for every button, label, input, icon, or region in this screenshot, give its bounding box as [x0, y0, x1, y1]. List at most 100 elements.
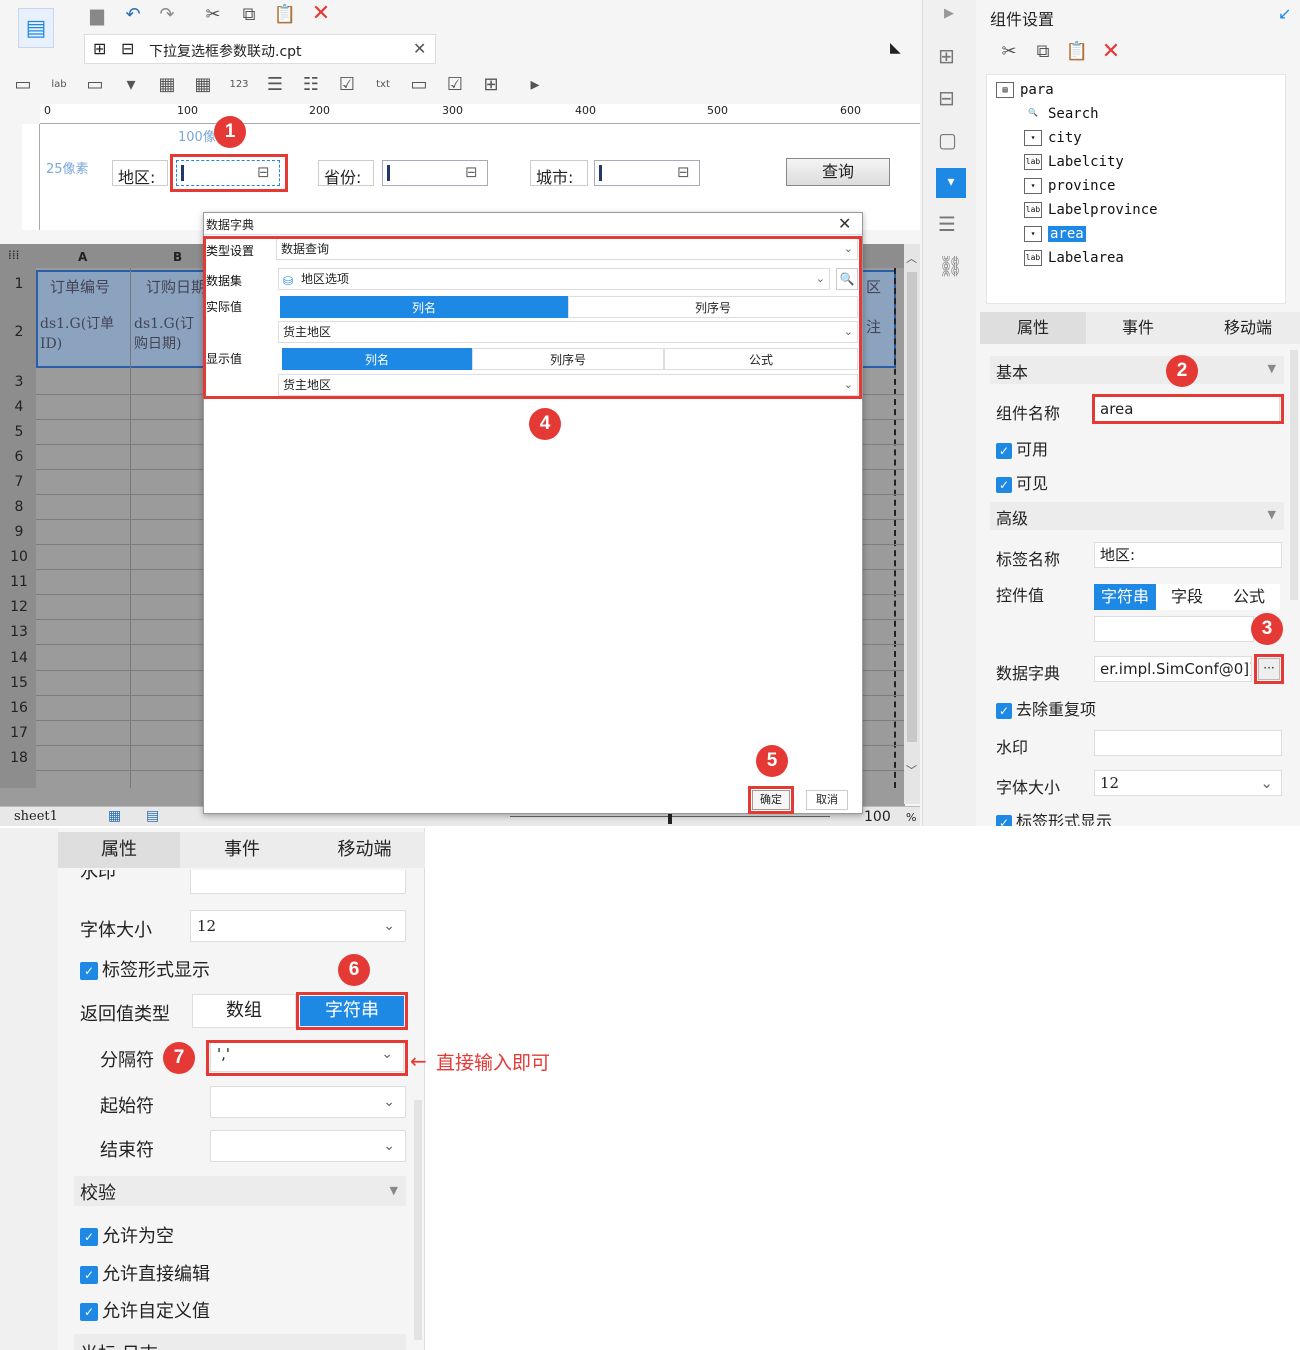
column-header-b[interactable]: B	[173, 250, 182, 264]
return-type-string[interactable]: 字符串	[300, 996, 404, 1026]
bottom-label-display-checkbox[interactable]: ✓ 标签形式显示	[80, 956, 210, 982]
row-number[interactable]: 8	[4, 499, 34, 515]
tab-menu-icon[interactable]: ◣	[890, 40, 901, 56]
row-number[interactable]: 16	[4, 700, 34, 716]
save-icon[interactable]: ▆	[86, 4, 108, 26]
cell-right-row2[interactable]: 注	[866, 316, 881, 337]
tab-mobile[interactable]: 移动端	[1196, 312, 1300, 344]
template-icon[interactable]: ▤	[18, 8, 54, 48]
section-advanced[interactable]: 高级 ▼	[990, 502, 1284, 530]
end-char-select[interactable]: ⌄	[210, 1130, 406, 1162]
combo-widget-icon[interactable]: ▾	[120, 73, 142, 95]
tree-item-city[interactable]: ▾ city	[1024, 130, 1082, 146]
tab-properties[interactable]: 属性	[980, 312, 1086, 344]
control-value-input[interactable]	[1094, 616, 1254, 642]
return-type-array[interactable]: 数组	[192, 994, 296, 1028]
close-tab-icon[interactable]: ✕	[413, 39, 426, 58]
link-icon[interactable]: ⛓	[938, 254, 963, 278]
row-number[interactable]: 18	[4, 750, 34, 766]
row-number[interactable]: 7	[4, 474, 34, 490]
tree-item-labelarea[interactable]: lab Labelarea	[1024, 250, 1124, 266]
redo-icon[interactable]: ↷	[156, 3, 178, 25]
area-combo-widget[interactable]: ⊟	[176, 160, 280, 186]
query-button[interactable]: 查询	[786, 158, 890, 186]
section-basic[interactable]: 基本 ▼	[990, 356, 1284, 384]
add-sheet-icon[interactable]: ▦	[108, 808, 121, 824]
cell-right-row1[interactable]: 区	[866, 276, 881, 297]
tree-item-search[interactable]: 🔍 Search	[1024, 106, 1099, 122]
widget-props-icon[interactable]: ⊟	[938, 86, 955, 110]
row-number[interactable]: 15	[4, 675, 34, 691]
row-number[interactable]: 13	[4, 624, 34, 640]
row-number[interactable]: 1	[4, 276, 34, 292]
row-number[interactable]: 5	[4, 424, 34, 440]
row-number[interactable]: 9	[4, 524, 34, 540]
city-label-widget[interactable]: 城市:	[530, 160, 588, 187]
radio-widget-icon[interactable]: ☷	[300, 73, 322, 95]
row-number[interactable]: 6	[4, 449, 34, 465]
tree-widget-icon[interactable]: ⊞	[480, 73, 502, 95]
tree-item-area[interactable]: ▾ area	[1024, 226, 1086, 242]
panel-copy-icon[interactable]: ⧉	[1032, 40, 1054, 62]
font-size-select[interactable]: 12 ⌄	[1094, 770, 1282, 796]
panel-scrollbar[interactable]	[1290, 350, 1298, 600]
sheet-tab[interactable]: sheet1	[14, 809, 58, 824]
dataset-preview-button[interactable]: 🔍	[836, 268, 858, 290]
control-value-string[interactable]: 字符串	[1094, 584, 1156, 610]
add-form-icon[interactable]: ▤	[146, 808, 159, 824]
enabled-checkbox[interactable]: ✓ 可用	[996, 436, 1048, 460]
dialog-ok-button[interactable]: 确定	[752, 790, 790, 810]
type-select[interactable]: 数据查询 ⌄	[276, 238, 858, 260]
column-header-a[interactable]: A	[78, 250, 87, 264]
display-colindex-tab[interactable]: 列序号	[472, 348, 664, 370]
tree-item-labelcity[interactable]: lab Labelcity	[1024, 154, 1124, 170]
dedupe-checkbox[interactable]: ✓ 去除重复项	[996, 696, 1096, 720]
visible-checkbox[interactable]: ✓ 可见	[996, 470, 1048, 494]
cell-a1[interactable]: 订单编号	[50, 276, 110, 297]
bottom-tab-properties[interactable]: 属性	[58, 832, 180, 868]
area-label-widget[interactable]: 地区:	[112, 160, 168, 187]
pin-icon[interactable]: ↙	[1278, 4, 1291, 23]
display-colname-tab[interactable]: 列名	[282, 348, 472, 370]
dialog-close-icon[interactable]: ✕	[838, 214, 851, 233]
zoom-value[interactable]: 100	[864, 809, 891, 825]
tree-root[interactable]: ▤ para	[996, 82, 1054, 98]
collapse-arrow-icon[interactable]: ▶	[944, 6, 954, 21]
allow-custom-checkbox[interactable]: ✓ 允许自定义值	[80, 1297, 210, 1323]
row-number[interactable]: 4	[4, 399, 34, 415]
combo-active-icon[interactable]: ▾	[936, 168, 966, 198]
tree-item-province[interactable]: ▾ province	[1024, 178, 1115, 194]
panel-cut-icon[interactable]: ✂	[998, 40, 1020, 62]
row-number[interactable]: 17	[4, 725, 34, 741]
delete-icon[interactable]: ✕	[310, 1, 332, 26]
row-number[interactable]: 10	[4, 549, 34, 565]
tab-events[interactable]: 事件	[1088, 312, 1188, 344]
province-combo-widget[interactable]: ⊟	[382, 160, 488, 186]
start-char-select[interactable]: ⌄	[210, 1086, 406, 1118]
lab-widget-icon[interactable]: lab	[48, 73, 70, 95]
date-widget-icon[interactable]: ▦	[156, 73, 178, 95]
city-combo-widget[interactable]: ⊟	[594, 160, 700, 186]
row-number[interactable]: 3	[4, 374, 34, 390]
button-widget-icon[interactable]: ▭	[84, 73, 106, 95]
textarea-widget-icon[interactable]: ☰	[264, 73, 286, 95]
panel-delete-icon[interactable]: ✕	[1100, 39, 1122, 64]
vertical-scrollbar[interactable]: ︿ ﹀	[904, 244, 920, 804]
cell-a2[interactable]: ds1.G(订单ID)	[40, 314, 128, 354]
bottom-tab-mobile[interactable]: 移动端	[304, 832, 425, 868]
section-validate[interactable]: 校验 ▼	[74, 1176, 406, 1206]
cut-icon[interactable]: ✂	[202, 3, 224, 25]
display-formula-tab[interactable]: 公式	[664, 348, 858, 370]
data-dict-input[interactable]: er.impl.SimConf@0]]	[1094, 656, 1252, 682]
control-value-formula[interactable]: 公式	[1218, 584, 1280, 610]
bottom-font-size-select[interactable]: 12 ⌄	[190, 910, 406, 942]
cell-props-icon[interactable]: ⊞	[938, 44, 955, 68]
panel-paste-icon[interactable]: 📋	[1066, 40, 1088, 62]
component-name-input[interactable]: area	[1094, 396, 1280, 422]
frame-icon[interactable]: ▢	[938, 128, 957, 152]
row-number[interactable]: 2	[4, 324, 34, 340]
cell-b1[interactable]: 订购日期	[146, 276, 204, 297]
actual-colindex-tab[interactable]: 列序号	[568, 296, 858, 318]
bottom-tab-events[interactable]: 事件	[182, 832, 302, 868]
label-display-checkbox[interactable]: ✓ 标签形式显示	[996, 808, 1112, 826]
